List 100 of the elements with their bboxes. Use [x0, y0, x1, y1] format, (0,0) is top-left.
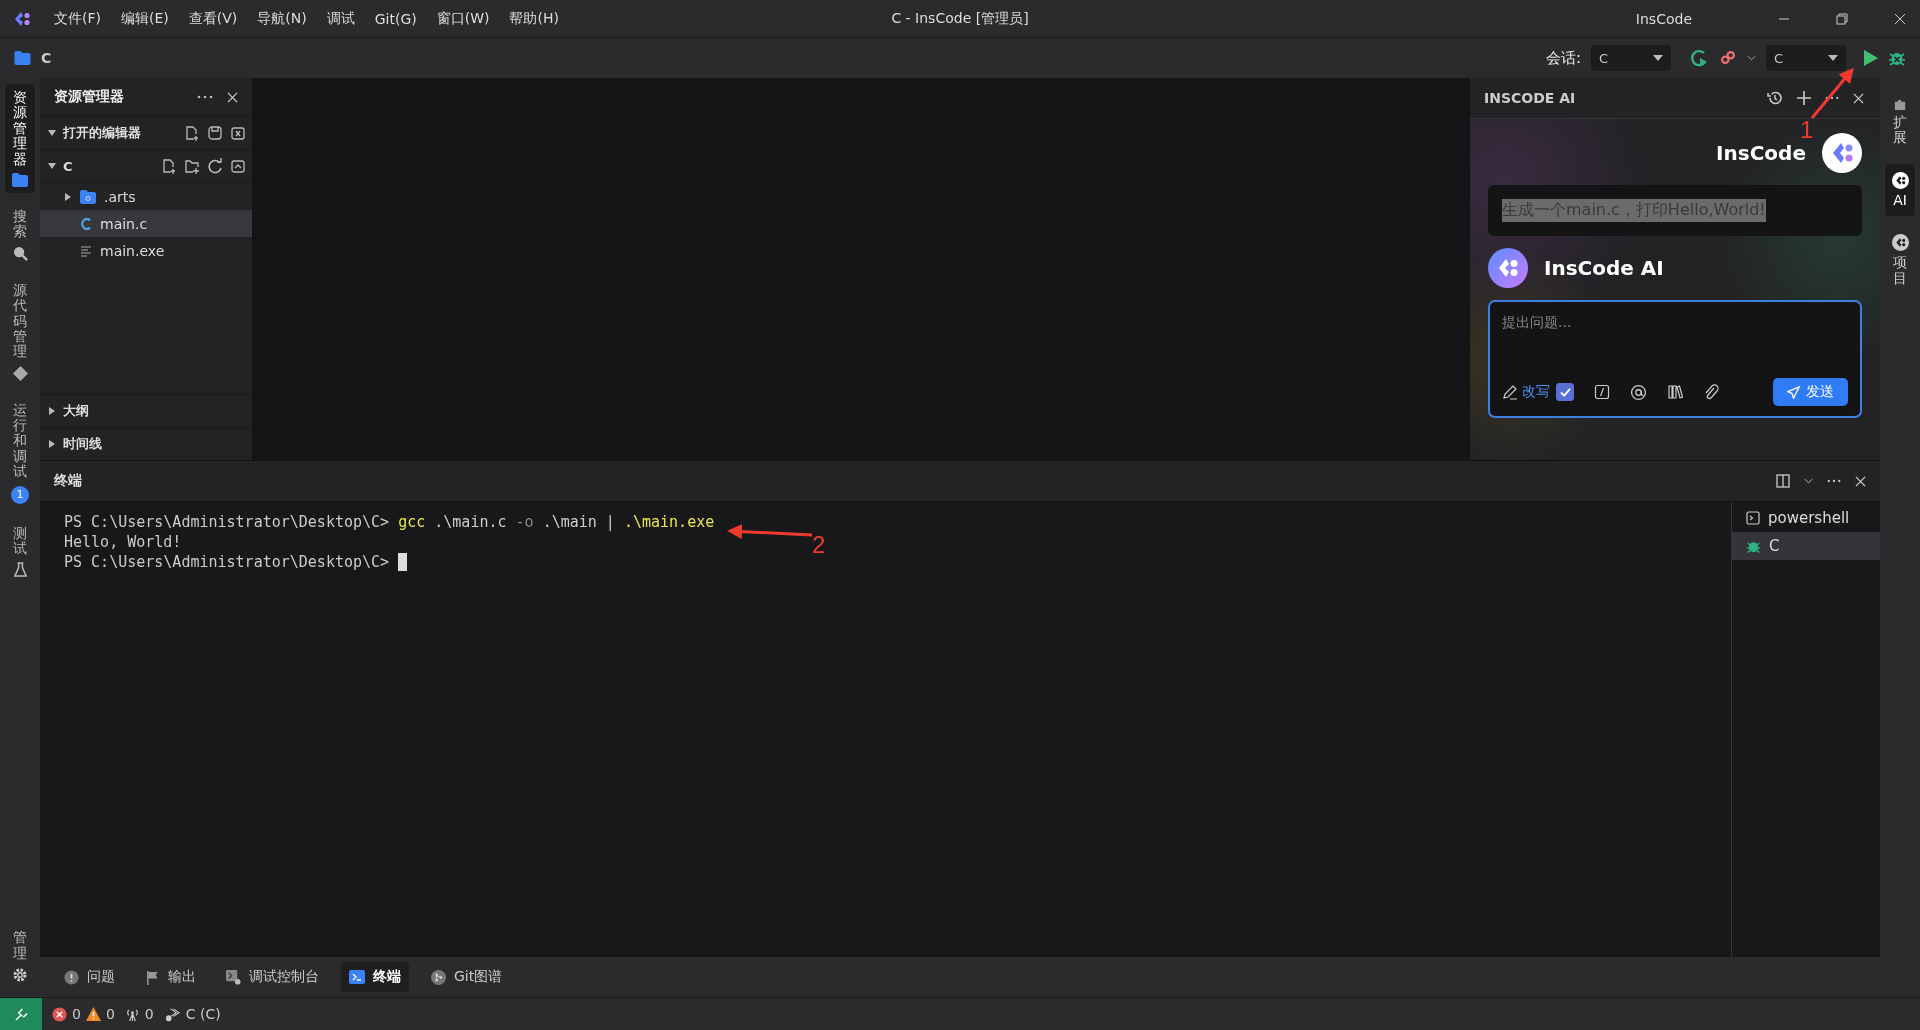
- close-icon[interactable]: [227, 91, 238, 103]
- section-header[interactable]: 打开的编辑器: [40, 117, 252, 150]
- refresh-run-icon[interactable]: [1689, 48, 1709, 68]
- close-icon[interactable]: [1855, 475, 1866, 487]
- question-input[interactable]: 提出问题... 改写 发送: [1488, 300, 1862, 418]
- refresh-icon[interactable]: [207, 158, 223, 174]
- error-icon: [52, 1006, 67, 1022]
- file-tree-item[interactable]: main.c: [40, 210, 252, 237]
- more-icon[interactable]: [1827, 479, 1841, 483]
- warning-icon: [85, 1007, 101, 1021]
- section-header[interactable]: 时间线: [40, 427, 252, 460]
- file-tree-item[interactable]: main.exe: [40, 237, 252, 264]
- activity-tab[interactable]: 搜索: [5, 202, 35, 267]
- assistant-name: InsCode AI: [1544, 256, 1664, 280]
- terminal-line: PS C:\Users\Administrator\Desktop\C>: [64, 552, 408, 572]
- debug-console-icon: [226, 969, 241, 985]
- chevron-down-icon[interactable]: [1804, 478, 1813, 484]
- side-tab[interactable]: AI: [1885, 163, 1915, 217]
- rewrite-checkbox[interactable]: [1556, 383, 1574, 401]
- close-icon[interactable]: [1894, 12, 1906, 25]
- activity-tab[interactable]: 源代码管理: [5, 276, 35, 387]
- menu-item[interactable]: 帮助(H): [509, 9, 559, 28]
- terminal-line: PS C:\Users\Administrator\Desktop\C> gcc .\main.c -o .\main | .\main.exe: [64, 512, 715, 532]
- activity-tab[interactable]: 运行和调试 1: [5, 396, 35, 510]
- config-status[interactable]: C (C): [163, 1006, 221, 1022]
- logo-icon: [1891, 234, 1909, 252]
- link-icon[interactable]: [1719, 49, 1737, 67]
- chevron-down-icon[interactable]: [1747, 55, 1756, 61]
- menu-item[interactable]: 导航(N): [257, 9, 307, 28]
- folder-icon: [14, 51, 31, 65]
- slash-command-icon[interactable]: [1594, 384, 1610, 400]
- ports-status[interactable]: 0: [124, 1006, 154, 1022]
- close-icon[interactable]: [1853, 92, 1864, 104]
- terminal-icon: [349, 970, 365, 984]
- debug-config-icon: [163, 1006, 181, 1022]
- user-name: InsCode: [1716, 141, 1806, 165]
- warning-count: 0: [105, 1006, 115, 1022]
- panel-tab[interactable]: Git图谱: [423, 962, 511, 992]
- terminal-icon: [1746, 511, 1760, 525]
- session-select[interactable]: C: [1591, 45, 1671, 71]
- collapse-all-icon[interactable]: [230, 158, 246, 174]
- panel-tab[interactable]: 问题: [56, 962, 123, 992]
- diamond-icon: [12, 365, 28, 381]
- panel-tab[interactable]: 输出: [137, 962, 204, 992]
- run-icon[interactable]: [1864, 50, 1878, 66]
- alert-icon: [64, 969, 79, 985]
- panel-tab[interactable]: 终端: [341, 962, 409, 992]
- new-file-icon[interactable]: [161, 158, 177, 174]
- caret-icon: [1828, 55, 1838, 61]
- menu-item[interactable]: 调试: [326, 9, 355, 28]
- text-file-icon: [80, 244, 92, 257]
- send-button[interactable]: 发送: [1773, 378, 1848, 406]
- close-all-icon[interactable]: [230, 125, 246, 141]
- annotation-number: 1: [1800, 116, 1814, 143]
- restore-icon[interactable]: [1836, 12, 1848, 25]
- terminal-session[interactable]: powershell: [1732, 504, 1880, 532]
- error-count: 0: [72, 1006, 81, 1022]
- terminal-line: Hello, World!: [64, 532, 182, 552]
- folder-icon: [80, 189, 96, 204]
- side-tab[interactable]: 项目: [1885, 226, 1915, 294]
- menu-item[interactable]: 编辑(E): [121, 9, 169, 28]
- activity-tab[interactable]: 资源管理器: [5, 84, 35, 193]
- count-badge: 1: [11, 485, 29, 504]
- app-name: InsCode: [1635, 10, 1692, 27]
- caret-icon: [1653, 55, 1663, 61]
- activity-tab[interactable]: 测试: [5, 519, 35, 584]
- annotation-number: 2: [812, 531, 826, 558]
- side-tab[interactable]: 扩展: [1885, 88, 1915, 154]
- menu-item[interactable]: 窗口(W): [436, 9, 490, 28]
- section-header[interactable]: C: [40, 150, 252, 183]
- window-title: C - InsCode [管理员]: [891, 9, 1029, 28]
- terminal-session[interactable]: C: [1732, 532, 1880, 560]
- file-tree-item[interactable]: .arts: [40, 183, 252, 210]
- plus-icon[interactable]: [1797, 91, 1811, 105]
- history-icon[interactable]: [1767, 90, 1783, 106]
- menu-item[interactable]: 文件(F): [54, 9, 101, 28]
- new-folder-icon[interactable]: [184, 158, 200, 174]
- paperclip-icon[interactable]: [1703, 384, 1719, 400]
- panel-title: 终端: [54, 472, 82, 490]
- session-label: 会话:: [1545, 48, 1581, 68]
- at-sign-icon[interactable]: [1630, 383, 1647, 401]
- rewrite-label[interactable]: 改写: [1522, 383, 1550, 401]
- more-icon[interactable]: [197, 95, 213, 99]
- section-header[interactable]: 大纲: [40, 394, 252, 427]
- search-icon: [12, 245, 28, 261]
- panel-title: 资源管理器: [54, 88, 124, 106]
- save-icon[interactable]: [207, 125, 223, 141]
- menu-item[interactable]: 查看(V): [188, 9, 238, 28]
- manage-tab[interactable]: 管理: [5, 924, 35, 989]
- config-select[interactable]: C: [1766, 45, 1846, 71]
- new-file-icon[interactable]: [184, 125, 200, 141]
- menu-item[interactable]: Git(G): [374, 10, 417, 27]
- panel-tab[interactable]: 调试控制台: [218, 962, 327, 992]
- more-icon[interactable]: [1825, 96, 1839, 100]
- split-icon[interactable]: [1776, 474, 1790, 488]
- paper-plane-icon: [1787, 385, 1800, 399]
- books-icon[interactable]: [1667, 384, 1683, 400]
- pencil-icon[interactable]: [1502, 384, 1518, 400]
- workspace-name: C: [41, 50, 52, 66]
- problems-status[interactable]: 0 0: [52, 1006, 115, 1022]
